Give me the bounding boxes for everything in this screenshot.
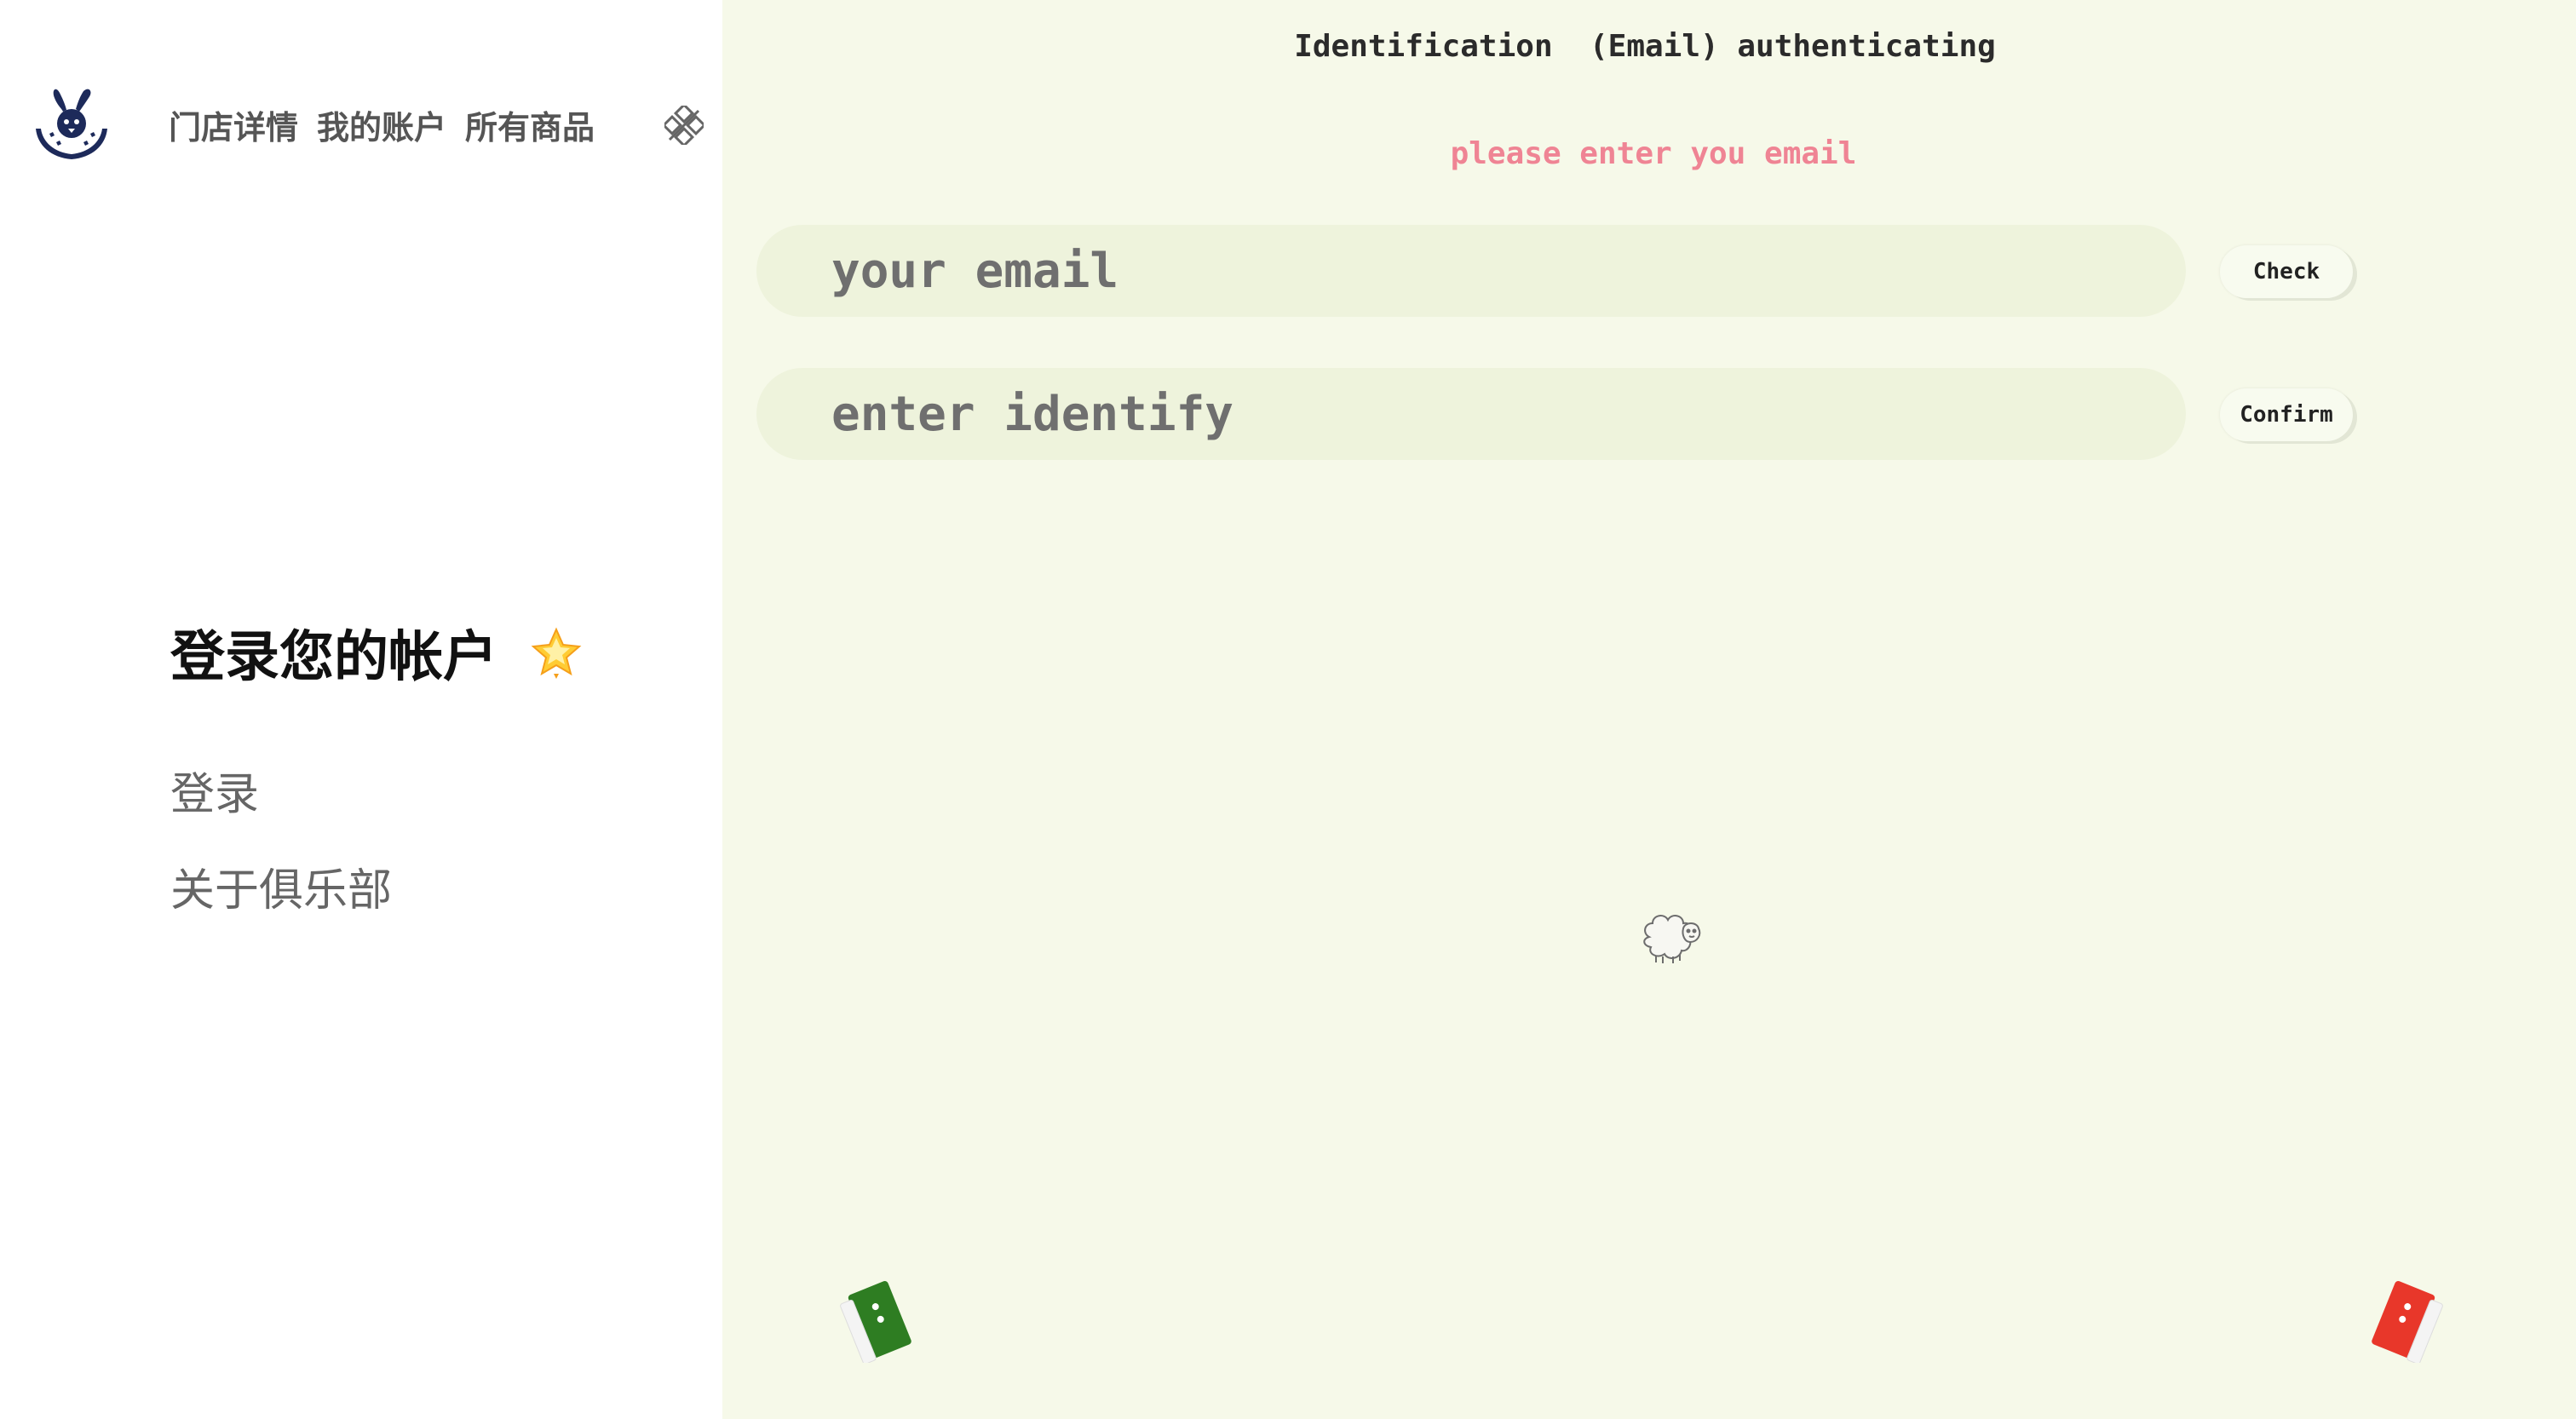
- about-club-link[interactable]: 关于俱乐部: [170, 854, 584, 918]
- nav-link-all-products[interactable]: 所有商品: [465, 101, 595, 148]
- diamond-grid-icon[interactable]: [661, 102, 707, 148]
- nav-links: 门店详情 我的账户 所有商品: [169, 101, 595, 148]
- login-section: 登录您的帐户 登录 关于俱乐部: [170, 613, 584, 918]
- sidebar: 门店详情 我的账户 所有商品 登录您的帐户 登录 关于俱乐部: [0, 0, 722, 1419]
- red-cube-toggle[interactable]: [2363, 1269, 2448, 1364]
- nav-link-my-account[interactable]: 我的账户: [317, 101, 446, 148]
- email-input[interactable]: [756, 225, 2186, 317]
- email-hint-text: please enter you email: [1450, 136, 1857, 171]
- email-auth-panel: Identification (Email) authenticating pl…: [722, 0, 2576, 1419]
- green-cube-toggle[interactable]: [835, 1269, 920, 1364]
- login-title: 登录您的帐户: [170, 626, 497, 689]
- top-navigation: 门店详情 我的账户 所有商品: [31, 73, 707, 175]
- login-link[interactable]: 登录: [170, 758, 584, 822]
- rabbit-club-logo[interactable]: [31, 86, 112, 163]
- login-heading: 登录您的帐户: [170, 613, 584, 692]
- sheep-icon: [1634, 903, 1711, 971]
- nav-link-store-details[interactable]: 门店详情: [169, 101, 298, 148]
- check-button[interactable]: Check: [2220, 245, 2353, 298]
- confirm-button[interactable]: Confirm: [2220, 388, 2353, 441]
- star-icon: [528, 624, 584, 681]
- panel-title: Identification (Email) authenticating: [1294, 29, 1996, 64]
- verification-code-input[interactable]: [756, 368, 2186, 460]
